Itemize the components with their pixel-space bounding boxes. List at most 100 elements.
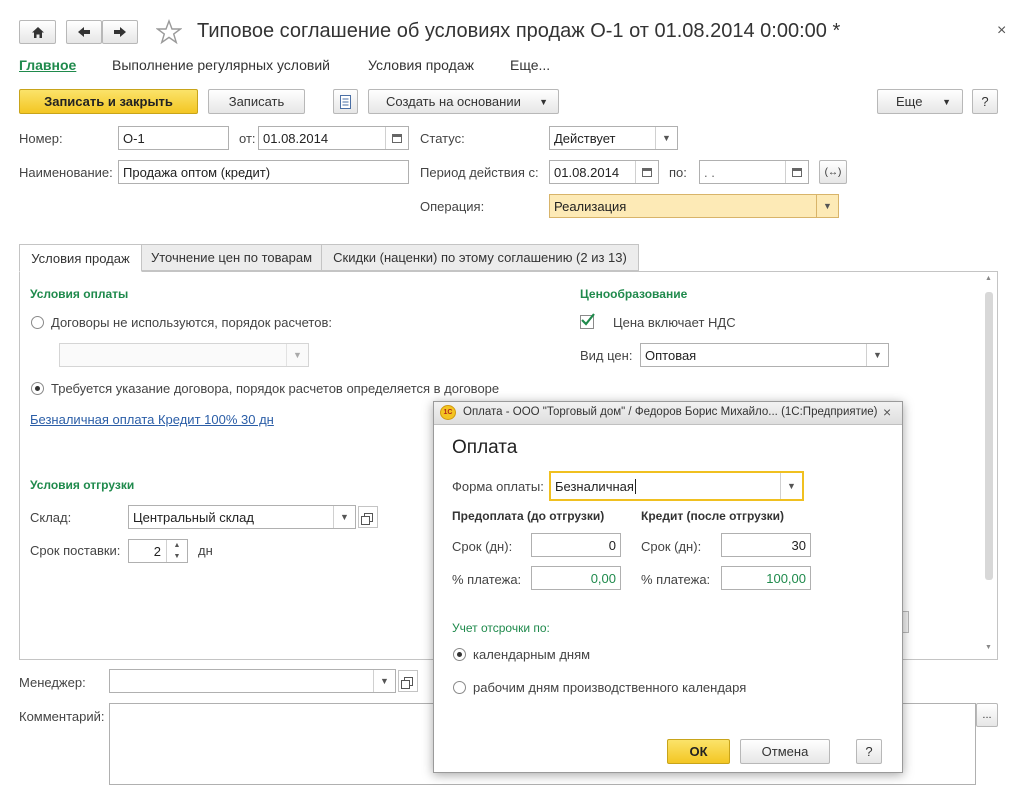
back-button[interactable] xyxy=(66,20,102,44)
prepay-percent-field[interactable]: 0,00 xyxy=(531,566,621,590)
prepay-percent-value: 0,00 xyxy=(590,570,616,586)
payment-heading: Условия оплаты xyxy=(30,287,129,301)
scrollbar[interactable] xyxy=(985,292,993,580)
payment-terms-link[interactable]: Безналичная оплата Кредит 100% 30 дн xyxy=(30,412,274,427)
report-icon xyxy=(340,94,351,109)
dialog-help-button[interactable]: ? xyxy=(856,739,882,764)
nav-link-main[interactable]: Главное xyxy=(19,57,76,73)
vat-label: Цена включает НДС xyxy=(613,315,736,330)
prepay-heading: Предоплата (до отгрузки) xyxy=(452,509,605,523)
manager-select[interactable]: ▼ xyxy=(109,669,396,693)
cancel-button[interactable]: Отмена xyxy=(740,739,830,764)
open-icon xyxy=(400,676,413,689)
save-button[interactable]: Записать xyxy=(208,89,305,114)
manager-label: Менеджер: xyxy=(19,675,86,690)
operation-select[interactable]: Реализация ▼ xyxy=(549,194,839,218)
defer-heading: Учет отсрочки по: xyxy=(452,621,550,635)
operation-label: Операция: xyxy=(420,199,485,214)
tab-sales-conditions[interactable]: Условия продаж xyxy=(19,244,142,272)
tab-discounts[interactable]: Скидки (наценки) по этому соглашению (2 … xyxy=(321,244,639,271)
create-based-button[interactable]: Создать на основании ▼ xyxy=(368,89,559,114)
forward-button[interactable] xyxy=(102,20,138,44)
credit-term-label: Срок (дн): xyxy=(641,539,702,554)
app-logo-icon: 1С xyxy=(440,405,456,420)
nav-link-regular-conditions[interactable]: Выполнение регулярных условий xyxy=(112,57,330,73)
period-to-label: по: xyxy=(669,165,687,180)
dialog-heading: Оплата xyxy=(452,437,518,458)
status-select[interactable]: Действует ▼ xyxy=(549,126,678,150)
more-button[interactable]: Еще ▼ xyxy=(877,89,963,114)
period-to-value: . . xyxy=(704,164,715,180)
period-label: Период действия с: xyxy=(420,165,539,180)
calendar-icon[interactable] xyxy=(635,161,658,183)
chevron-down-icon[interactable]: ▼ xyxy=(866,344,888,366)
prepay-term-label: Срок (дн): xyxy=(452,539,513,554)
spinner-icon[interactable]: ▲ ▼ xyxy=(166,540,187,562)
period-select-button[interactable]: (↔) xyxy=(819,160,847,184)
credit-percent-value: 100,00 xyxy=(766,570,806,586)
status-value: Действует xyxy=(554,130,616,146)
payment-form-value: Безналичная xyxy=(555,478,634,494)
date-field[interactable]: 01.08.2014 xyxy=(258,126,409,150)
checkmark-icon xyxy=(581,313,595,326)
chevron-down-icon[interactable]: ▼ xyxy=(373,670,395,692)
credit-term-field[interactable]: 30 xyxy=(721,533,811,557)
shipment-heading: Условия отгрузки xyxy=(30,478,135,492)
name-field[interactable]: Продажа оптом (кредит) xyxy=(118,160,409,184)
nav-link-more[interactable]: Еще... xyxy=(510,57,550,73)
dropdown-arrow-icon: ▼ xyxy=(539,96,548,107)
report-button[interactable] xyxy=(333,89,358,114)
credit-percent-field[interactable]: 100,00 xyxy=(721,566,811,590)
dialog-title: Оплата - ООО "Торговый дом" / Федоров Бо… xyxy=(463,406,878,418)
open-warehouse-button[interactable] xyxy=(358,506,378,528)
delivery-days-field[interactable]: 2 ▲ ▼ xyxy=(128,539,188,563)
radio-no-contracts[interactable] xyxy=(31,316,44,329)
payment-form-select[interactable]: Безналичная ▼ xyxy=(549,471,804,501)
ok-button[interactable]: ОК xyxy=(667,739,730,764)
scroll-down-icon[interactable]: ▼ xyxy=(985,644,992,651)
open-manager-button[interactable] xyxy=(398,670,418,692)
tab-price-refinement[interactable]: Уточнение цен по товарам xyxy=(141,244,322,271)
number-label: Номер: xyxy=(19,131,63,146)
status-label: Статус: xyxy=(420,131,465,146)
credit-term-value: 30 xyxy=(791,537,806,553)
create-based-label: Создать на основании xyxy=(386,94,521,109)
chevron-down-icon[interactable]: ▼ xyxy=(655,127,677,149)
chevron-down-icon[interactable]: ▼ xyxy=(780,473,802,499)
period-from-value: 01.08.2014 xyxy=(554,164,620,180)
close-icon[interactable]: × xyxy=(997,22,1006,40)
text-cursor xyxy=(634,478,636,494)
scroll-up-icon[interactable]: ▲ xyxy=(985,275,992,282)
calendar-icon[interactable] xyxy=(385,127,408,149)
radio-working-days[interactable] xyxy=(453,681,466,694)
name-value: Продажа оптом (кредит) xyxy=(123,164,271,180)
warehouse-select[interactable]: Центральный склад ▼ xyxy=(128,505,356,529)
radio-calendar-days[interactable] xyxy=(453,648,466,661)
delivery-unit: дн xyxy=(198,543,213,558)
favorite-star-button[interactable] xyxy=(155,19,183,45)
star-icon xyxy=(155,19,183,45)
radio-contract-required[interactable] xyxy=(31,382,44,395)
credit-percent-label: % платежа: xyxy=(641,572,711,587)
chevron-down-icon[interactable]: ▼ xyxy=(816,195,838,217)
period-from-field[interactable]: 01.08.2014 xyxy=(549,160,659,184)
dialog-titlebar[interactable]: 1С Оплата - ООО "Торговый дом" / Федоров… xyxy=(434,402,902,425)
home-button[interactable] xyxy=(19,20,56,44)
help-button[interactable]: ? xyxy=(972,89,998,114)
price-type-value: Оптовая xyxy=(645,347,697,363)
comment-edit-button[interactable]: ... xyxy=(976,703,998,727)
prepay-percent-label: % платежа: xyxy=(452,572,522,587)
calendar-icon[interactable] xyxy=(785,161,808,183)
vat-checkbox[interactable] xyxy=(580,313,595,329)
dialog-close-icon[interactable]: × xyxy=(883,404,891,420)
save-close-button[interactable]: Записать и закрыть xyxy=(19,89,198,114)
open-icon xyxy=(360,512,373,525)
nav-link-sales-conditions[interactable]: Условия продаж xyxy=(368,57,474,73)
dropdown-arrow-icon: ▼ xyxy=(942,96,951,107)
back-arrow-icon xyxy=(78,27,90,37)
prepay-term-field[interactable]: 0 xyxy=(531,533,621,557)
period-to-field[interactable]: . . xyxy=(699,160,809,184)
price-type-select[interactable]: Оптовая ▼ xyxy=(640,343,889,367)
chevron-down-icon[interactable]: ▼ xyxy=(333,506,355,528)
number-field[interactable]: О-1 xyxy=(118,126,229,150)
